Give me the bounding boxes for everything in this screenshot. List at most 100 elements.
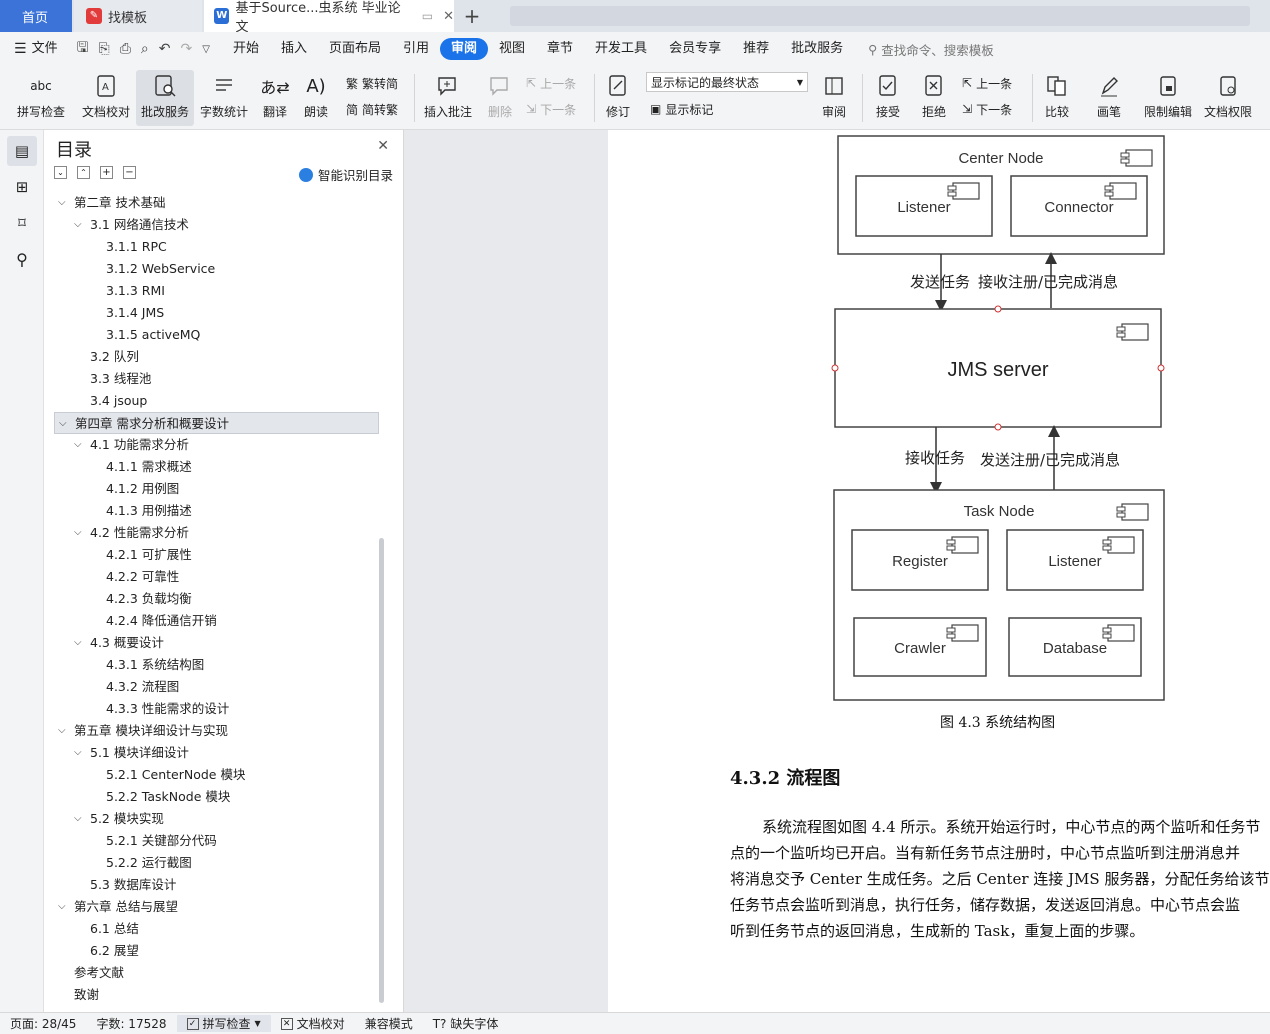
next-comment-button[interactable]: ⇲ 下一条 [526,98,576,120]
toc-panel-icon[interactable]: ▤ [7,136,37,166]
toc-item[interactable]: 3.1.2 WebService [54,258,379,280]
menu-start[interactable]: 开始 [222,38,270,60]
missing-font-button[interactable]: T? 缺失字体 [423,1015,509,1032]
toc-item[interactable]: 4.1.1 需求概述 [54,456,379,478]
toc-item[interactable]: 3.1.3 RMI [54,280,379,302]
save-icon[interactable]: 🖫 [77,37,89,61]
word-count-button[interactable]: 字数统计 [198,70,250,126]
doc-proof-button[interactable]: A 文档校对 [78,70,134,126]
toc-item[interactable]: 4.3.1 系统结构图 [54,654,379,676]
reject-button[interactable]: 拒绝 [916,70,952,126]
compat-mode[interactable]: 兼容模式 [355,1015,423,1032]
chevron-down-icon[interactable]: ⌵ [74,434,86,456]
undo-icon[interactable]: ↶ [159,41,171,57]
toc-item[interactable]: 6.2 展望 [54,940,379,962]
redo-icon[interactable]: ↷ [181,41,193,57]
toc-item[interactable]: ⌵ 第二章 技术基础 [54,192,379,214]
accept-button[interactable]: 接受 [870,70,906,126]
toc-item[interactable]: 4.3.3 性能需求的设计 [54,698,379,720]
chapter-nav-icon[interactable]: ⊞ [7,172,37,202]
toc-item[interactable]: 5.2.2 TaskNode 模块 [54,786,379,808]
bookmark-icon[interactable]: ⌑ [7,208,37,238]
delete-comment-button[interactable]: 删除 [480,70,520,126]
toc-item[interactable]: 4.1.3 用例描述 [54,500,379,522]
next-change-button[interactable]: ⇲ 下一条 [962,98,1012,120]
status-doc-proof[interactable]: ✕ 文档校对 [271,1015,355,1032]
command-search[interactable]: ⚲ 查找命令、搜索模板 [868,40,994,59]
collapse-all-icon[interactable]: ⌄ [54,166,67,179]
trad-to-simp-button[interactable]: 繁 繁转简 [346,72,398,94]
toc-item[interactable]: ⌵ 4.3 概要设计 [54,632,379,654]
tab-templates[interactable]: ✎ 找模板 [74,0,202,32]
print-preview-icon[interactable]: ⌕ [141,41,149,57]
body-paragraph[interactable]: 系统流程图如图 4.4 所示。系统开始运行时，中心节点的两个监听和任务节 点的一… [730,814,1270,944]
document-page[interactable]: Center Node Listener Connector 发送任务 接收注册… [608,130,1270,1012]
toc-item[interactable]: 3.2 队列 [54,346,379,368]
collapse-icon[interactable]: − [123,166,136,179]
status-spell-check[interactable]: ✓ 拼写检查 ▼ [176,1015,271,1032]
prev-comment-button[interactable]: ⇱ 上一条 [526,72,576,94]
doc-permission-button[interactable]: 文档权限 [1200,70,1256,126]
markup-state-select[interactable]: 显示标记的最终状态 ▼ [646,72,808,92]
toc-item[interactable]: 3.1.1 RPC [54,236,379,258]
chevron-down-icon[interactable]: ⌵ [74,522,86,544]
toc-item[interactable]: ⌵ 5.1 模块详细设计 [54,742,379,764]
expand-icon[interactable]: + [100,166,113,179]
monitor-icon[interactable]: ▭ [422,9,433,23]
toc-item[interactable]: 3.1.4 JMS [54,302,379,324]
menu-section[interactable]: 章节 [536,38,584,60]
toc-item[interactable]: 4.3.2 流程图 [54,676,379,698]
toc-item[interactable]: 3.1.5 activeMQ [54,324,379,346]
menu-devtools[interactable]: 开发工具 [584,38,658,60]
spell-check-button[interactable]: abc 拼写检查 [10,70,72,126]
simp-to-trad-button[interactable]: 简 简转繁 [346,98,398,120]
show-markup-button[interactable]: ▣ 显示标记 [650,98,713,120]
chevron-down-icon[interactable]: ⌵ [74,808,86,830]
toc-item[interactable]: 6.1 总结 [54,918,379,940]
toc-item[interactable]: 3.3 线程池 [54,368,379,390]
toc-item[interactable]: 参考文献 [54,962,379,984]
chevron-down-icon[interactable]: ⌵ [74,632,86,654]
page-indicator[interactable]: 页面: 28/45 [0,1015,86,1032]
toc-item[interactable]: 5.3 数据库设计 [54,874,379,896]
new-tab-button[interactable]: + [460,0,484,32]
menu-reference[interactable]: 引用 [392,38,440,60]
translate-button[interactable]: あ⇄ 翻译 [256,70,294,126]
toc-item[interactable]: 4.1.2 用例图 [54,478,379,500]
file-menu[interactable]: ☰ 文件 [0,38,69,60]
word-count-indicator[interactable]: 字数: 17528 [86,1015,176,1032]
prev-change-button[interactable]: ⇱ 上一条 [962,72,1012,94]
close-tab-icon[interactable]: ✕ [443,9,454,24]
chevron-down-icon[interactable]: ⌵ [74,742,86,764]
menu-insert[interactable]: 插入 [270,38,318,60]
print-icon[interactable]: ⎙ [120,41,131,57]
export-icon[interactable]: ⎘ [99,41,110,57]
toc-item[interactable]: ⌵ 第五章 模块详细设计与实现 [54,720,379,742]
toc-item[interactable]: ⌵ 4.1 功能需求分析 [54,434,379,456]
review-pane-button[interactable]: 审阅 [816,70,852,126]
toc-item[interactable]: 3.4 jsoup [54,390,379,412]
toc-item[interactable]: 4.2.4 降低通信开销 [54,610,379,632]
menu-view[interactable]: 视图 [488,38,536,60]
toc-scrollbar[interactable] [379,538,384,1003]
chevron-down-icon[interactable]: ⌵ [58,192,70,214]
compare-button[interactable]: 比较 [1038,70,1076,126]
menu-review[interactable]: 审阅 [440,38,489,60]
toc-item[interactable]: ⌵ 3.1 网络通信技术 [54,214,379,236]
toc-item[interactable]: 5.2.2 运行截图 [54,852,379,874]
chevron-down-icon[interactable]: ⌵ [59,413,71,435]
smart-toc-button[interactable]: 智能识别目录 [298,165,393,184]
close-icon[interactable]: ✕ [377,138,389,154]
toc-item[interactable]: 4.2.3 负载均衡 [54,588,379,610]
expand-up-icon[interactable]: ⌃ [77,166,90,179]
menu-correction[interactable]: 批改服务 [780,38,854,60]
toc-item[interactable]: 致谢 [54,984,379,1006]
restrict-edit-button[interactable]: 限制编辑 [1140,70,1196,126]
menu-recommend[interactable]: 推荐 [732,38,780,60]
read-aloud-button[interactable]: A) 朗读 [298,70,334,126]
customize-icon[interactable]: ▽ [202,44,210,55]
chevron-down-icon[interactable]: ⌵ [58,720,70,742]
tab-home[interactable]: 首页 [0,0,72,32]
chevron-down-icon[interactable]: ⌵ [74,214,86,236]
pen-button[interactable]: 画笔 [1092,70,1126,126]
